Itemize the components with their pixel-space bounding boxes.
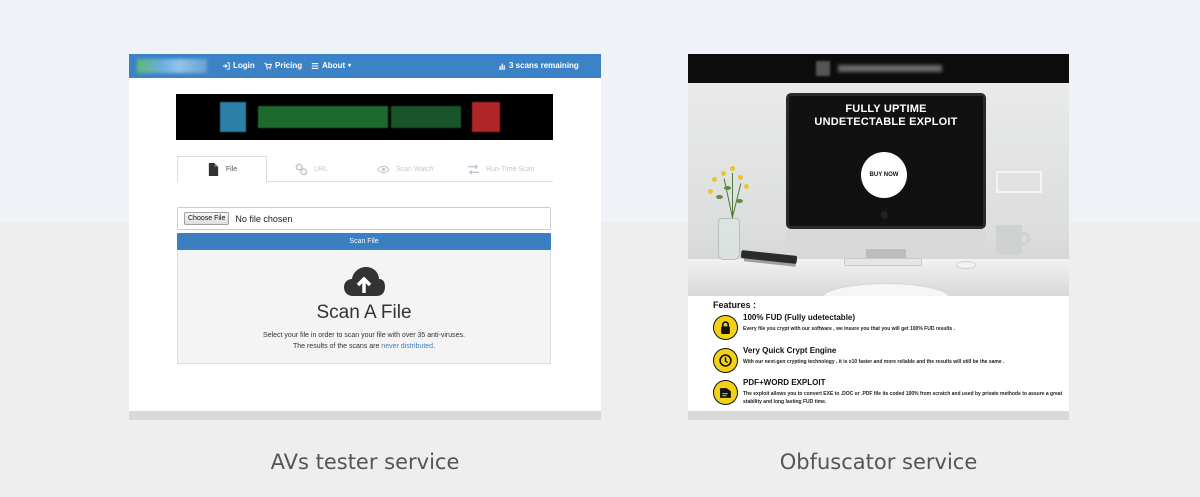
sign-in-icon: [222, 61, 230, 70]
clock-icon: [713, 348, 738, 373]
mouse: [956, 261, 976, 269]
tab-scan-watch[interactable]: Scan Watch: [377, 156, 447, 182]
monitor-chin: [786, 229, 986, 249]
nav-pricing-label: Pricing: [275, 61, 303, 70]
bar-chart-icon: [498, 63, 506, 70]
nav-login[interactable]: Login: [222, 61, 255, 70]
feature-item: 100% FUD (Fully udetectable) Every file …: [713, 313, 1063, 341]
feature-description: Every file you crypt with our software ,…: [743, 326, 955, 332]
caption-av-tester: AVs tester service: [270, 450, 460, 474]
file-input[interactable]: Choose File No file chosen: [177, 207, 551, 230]
features-heading: Features :: [713, 300, 757, 310]
cart-icon: [264, 62, 272, 70]
av-tester-screenshot: Login Pricing About ▾ 3 scans remaining …: [129, 54, 601, 420]
site-header: [688, 54, 1069, 83]
hero-image: FULLY UPTIME UNDETECTABLE EXPLOIT BUY NO…: [688, 83, 1069, 296]
buy-now-button[interactable]: BUY NOW: [861, 152, 907, 198]
flower-vase: [718, 218, 740, 260]
feature-item: PDF+WORD EXPLOIT The exploit allows you …: [713, 378, 1063, 406]
obfuscator-screenshot: FULLY UPTIME UNDETECTABLE EXPLOIT BUY NO…: [688, 54, 1069, 420]
tab-file-label: File: [225, 166, 238, 173]
feature-title: Very Quick Crypt Engine: [743, 346, 837, 355]
tab-scan-watch-label: Scan Watch: [396, 165, 434, 173]
feature-description: With our next-gen crypting technology , …: [743, 359, 1005, 365]
hero-title-line1: FULLY UPTIME: [845, 103, 927, 115]
nav-pricing[interactable]: Pricing: [264, 61, 302, 70]
scan-tabs: File URL Scan Watch Run-Time Scan: [177, 156, 553, 183]
scan-file-button[interactable]: Scan File: [177, 233, 551, 250]
tab-url-label: URL: [314, 165, 329, 173]
drop-description-line2: The results of the scans are never distr…: [178, 341, 550, 352]
redacted-site-logo: [816, 61, 830, 76]
features-section: Features : 100% FUD (Fully udetectable) …: [688, 296, 1069, 411]
tab-run-time-scan[interactable]: Run-Time Scan: [467, 156, 553, 182]
caption-obfuscator: Obfuscator service: [779, 450, 978, 474]
screenshot-bottom-edge: [688, 411, 1069, 420]
drop-description-suffix: .: [433, 343, 436, 350]
link-icon: [295, 163, 308, 175]
redacted-site-name: [838, 65, 942, 72]
drop-description: Select your file in order to scan your f…: [178, 330, 550, 352]
feature-title: PDF+WORD EXPLOIT: [743, 378, 826, 387]
mug: [996, 225, 1022, 255]
nav-about-dropdown[interactable]: About ▾: [311, 61, 351, 70]
nav-login-label: Login: [233, 61, 255, 70]
nav-about-label: About: [322, 61, 346, 70]
feature-description: The exploit allows you to convert EXE to…: [743, 391, 1063, 405]
menu-icon: [311, 62, 319, 69]
drop-title: Scan A File: [316, 302, 412, 323]
document-icon: [713, 380, 738, 405]
hero-title-line2: UNDETECTABLE EXPLOIT: [814, 116, 958, 128]
cloud-upload-icon: [344, 267, 385, 296]
file-drop-area[interactable]: Scan A File Select your file in order to…: [177, 250, 551, 364]
apple-logo-icon: [880, 209, 889, 219]
navbar: Login Pricing About ▾ 3 scans remaining: [129, 54, 601, 78]
hero-title: FULLY UPTIME UNDETECTABLE EXPLOIT: [791, 103, 981, 129]
choose-file-button[interactable]: Choose File: [184, 212, 230, 225]
keyboard: [844, 258, 922, 266]
screenshot-bottom-edge: [129, 411, 601, 420]
tab-file[interactable]: File: [177, 156, 267, 183]
redacted-logo: [137, 59, 207, 73]
file-input-value: No file chosen: [235, 213, 293, 224]
scans-remaining[interactable]: 3 scans remaining: [498, 61, 579, 70]
file-icon: [208, 163, 219, 176]
redacted-banner: [176, 94, 553, 140]
never-distributed-link[interactable]: never distributed: [381, 343, 433, 350]
wall-outlet-decor: [996, 171, 1042, 193]
exchange-icon: [467, 163, 480, 175]
scans-remaining-label: 3 scans remaining: [509, 61, 579, 70]
feature-title: 100% FUD (Fully udetectable): [743, 313, 856, 322]
drop-description-prefix: The results of the scans are: [292, 343, 382, 350]
feature-item: Very Quick Crypt Engine With our next-ge…: [713, 346, 1063, 374]
lock-icon: [713, 315, 738, 340]
caret-down-icon: ▾: [348, 63, 352, 69]
tab-url[interactable]: URL: [295, 156, 355, 182]
eye-icon: [377, 165, 390, 173]
drop-description-line1: Select your file in order to scan your f…: [263, 332, 465, 339]
tab-run-time-scan-label: Run-Time Scan: [486, 165, 535, 173]
